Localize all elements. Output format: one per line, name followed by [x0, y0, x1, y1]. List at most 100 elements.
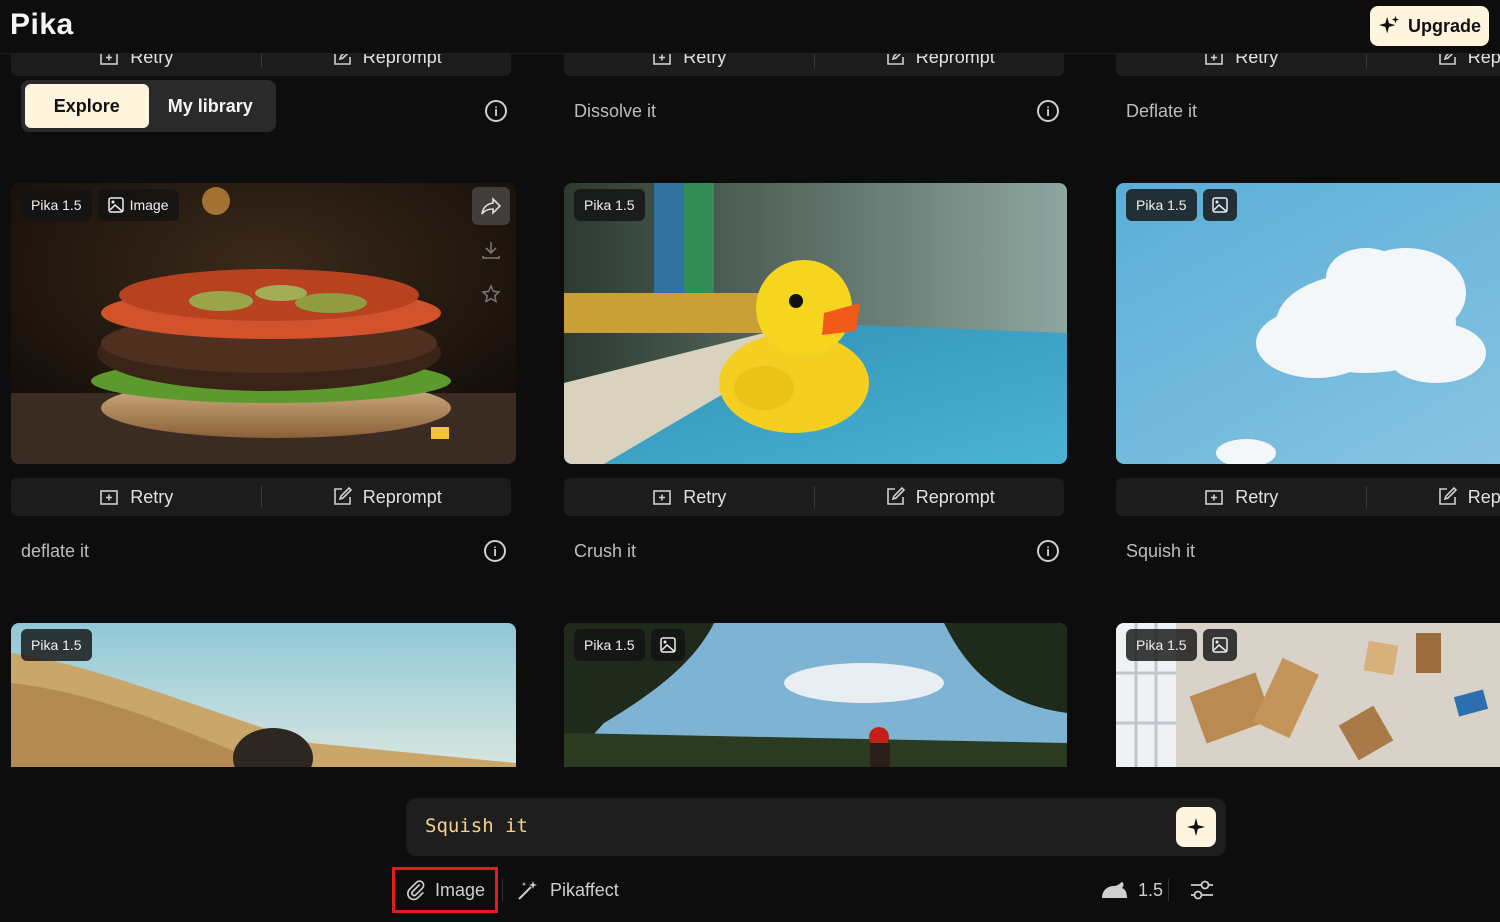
- image-type-badge: [1202, 629, 1237, 661]
- reprompt-label: Reprompt: [362, 54, 442, 67]
- action-bar: Retry Reprompt: [11, 54, 511, 76]
- paperclip-icon: [407, 880, 425, 901]
- video-thumbnail-cloud[interactable]: Pika 1.5: [1116, 183, 1500, 464]
- add-image-label: Image: [434, 879, 486, 900]
- retry-button[interactable]: Retry: [564, 478, 814, 516]
- badge-row: Pika 1.5: [574, 629, 685, 661]
- info-icon[interactable]: i: [1037, 100, 1059, 122]
- edit-icon: [886, 54, 904, 65]
- feed-column-2: Retry Reprompt Dissolve it i Pika 1.5 Re…: [564, 54, 1069, 767]
- badge-row: Pika 1.5: [1126, 189, 1237, 221]
- reprompt-label: Reprompt: [1467, 54, 1500, 67]
- generate-button[interactable]: [1176, 807, 1216, 847]
- image-type-label: Image: [129, 197, 169, 213]
- card-prompt-text: Deflate it: [1126, 100, 1198, 121]
- retry-icon: [100, 490, 119, 505]
- edit-icon: [333, 486, 352, 505]
- retry-button[interactable]: Retry: [1116, 54, 1366, 76]
- pika-logo[interactable]: Pika: [10, 8, 74, 42]
- retry-label: Retry: [1235, 54, 1279, 67]
- card-prompt-text: Dissolve it: [574, 100, 657, 121]
- model-selector[interactable]: 1.5: [1100, 867, 1163, 913]
- tab-my-library[interactable]: My library: [149, 84, 273, 128]
- prompt-input[interactable]: Squish it: [406, 798, 1226, 856]
- retry-button[interactable]: Retry: [564, 54, 814, 76]
- retry-label: Retry: [130, 54, 174, 67]
- feed[interactable]: Retry Reprompt Explore My library i Pika…: [0, 54, 1500, 767]
- model-version: 1.5: [1138, 879, 1164, 900]
- info-icon[interactable]: i: [484, 540, 506, 562]
- retry-button[interactable]: Retry: [11, 54, 261, 76]
- share-button[interactable]: [472, 187, 510, 225]
- retry-label: Retry: [683, 486, 727, 507]
- rabbit-icon: [1102, 882, 1127, 898]
- video-thumbnail-duck[interactable]: Pika 1.5: [564, 183, 1067, 464]
- upgrade-button[interactable]: Upgrade: [1370, 6, 1489, 46]
- model-badge: Pika 1.5: [21, 629, 92, 661]
- action-bar: Retry Reprompt: [1116, 478, 1500, 516]
- card-prompt-row: Deflate it: [1116, 91, 1500, 131]
- model-badge: Pika 1.5: [1126, 629, 1197, 661]
- badge-row: Pika 1.5: [1126, 629, 1237, 661]
- card-prompt-row: Dissolve it i: [564, 91, 1069, 131]
- settings-sliders-icon[interactable]: [1188, 878, 1216, 902]
- duck-image: [564, 183, 1067, 464]
- video-thumbnail-trees[interactable]: Pika 1.5: [564, 623, 1067, 767]
- retry-label: Retry: [130, 486, 174, 507]
- reprompt-label: Reprompt: [1467, 486, 1500, 507]
- pikaffect-label: Pikaffect: [550, 879, 619, 900]
- pikaffect-button[interactable]: Pikaffect: [516, 867, 619, 913]
- retry-label: Retry: [1235, 486, 1279, 507]
- retry-button[interactable]: Retry: [11, 478, 261, 516]
- prompt-input-value[interactable]: Squish it: [425, 815, 528, 837]
- card-prompt-row: Squish it: [1116, 531, 1500, 571]
- info-icon[interactable]: i: [485, 100, 507, 122]
- image-icon: [1211, 637, 1228, 653]
- reprompt-button[interactable]: Reprompt: [1367, 478, 1500, 516]
- info-icon[interactable]: i: [1037, 540, 1059, 562]
- reprompt-label: Reprompt: [362, 486, 442, 507]
- retry-icon: [653, 490, 672, 505]
- download-button[interactable]: [472, 231, 510, 269]
- card-prompt-row: Crush it i: [564, 531, 1069, 571]
- image-icon: [107, 197, 124, 213]
- reprompt-button[interactable]: Reprompt: [815, 54, 1065, 76]
- add-image-button[interactable]: Image: [392, 867, 498, 913]
- action-bar: Retry Reprompt: [564, 478, 1064, 516]
- reprompt-button[interactable]: Reprompt: [815, 478, 1065, 516]
- reprompt-label: Reprompt: [915, 486, 995, 507]
- action-bar: Retry Reprompt: [1116, 54, 1500, 76]
- feed-column-1: Retry Reprompt Explore My library i Pika…: [11, 54, 516, 767]
- upgrade-label: Upgrade: [1407, 15, 1481, 36]
- divider: [1168, 879, 1169, 901]
- video-thumbnail-chairs[interactable]: Pika 1.5: [1116, 623, 1500, 767]
- model-badge: Pika 1.5: [1126, 189, 1197, 221]
- feed-column-3: Retry Reprompt Deflate it: [1116, 54, 1500, 767]
- card-prompt-row: deflate it i: [11, 531, 516, 571]
- retry-icon: [1205, 54, 1224, 65]
- card-prompt-text: Crush it: [574, 540, 637, 561]
- top-bar: Pika Upgrade: [0, 0, 1500, 54]
- reprompt-button[interactable]: Reprompt: [1367, 54, 1500, 76]
- retry-button[interactable]: Retry: [1116, 478, 1366, 516]
- image-type-badge: Image: [97, 189, 179, 221]
- retry-icon: [100, 54, 119, 65]
- badge-row: Pika 1.5 Image: [21, 189, 179, 221]
- image-type-badge: [1202, 189, 1237, 221]
- reprompt-button[interactable]: Reprompt: [262, 478, 512, 516]
- model-badge: Pika 1.5: [21, 189, 92, 221]
- star-icon: [481, 284, 501, 303]
- image-icon: [659, 637, 676, 653]
- favorite-button[interactable]: [472, 275, 510, 313]
- edit-icon: [1438, 486, 1457, 505]
- video-thumbnail-burger[interactable]: Pika 1.5 Image: [11, 183, 516, 464]
- reprompt-label: Reprompt: [915, 54, 995, 67]
- video-thumbnail-desert[interactable]: Pika 1.5: [11, 623, 516, 767]
- retry-icon: [1205, 490, 1224, 505]
- tab-explore[interactable]: Explore: [25, 84, 149, 128]
- card-tools: [472, 187, 510, 313]
- action-bar: Retry Reprompt: [11, 478, 511, 516]
- share-icon: [481, 197, 502, 215]
- reprompt-button[interactable]: Reprompt: [262, 54, 512, 76]
- card-prompt-text: deflate it: [21, 540, 90, 561]
